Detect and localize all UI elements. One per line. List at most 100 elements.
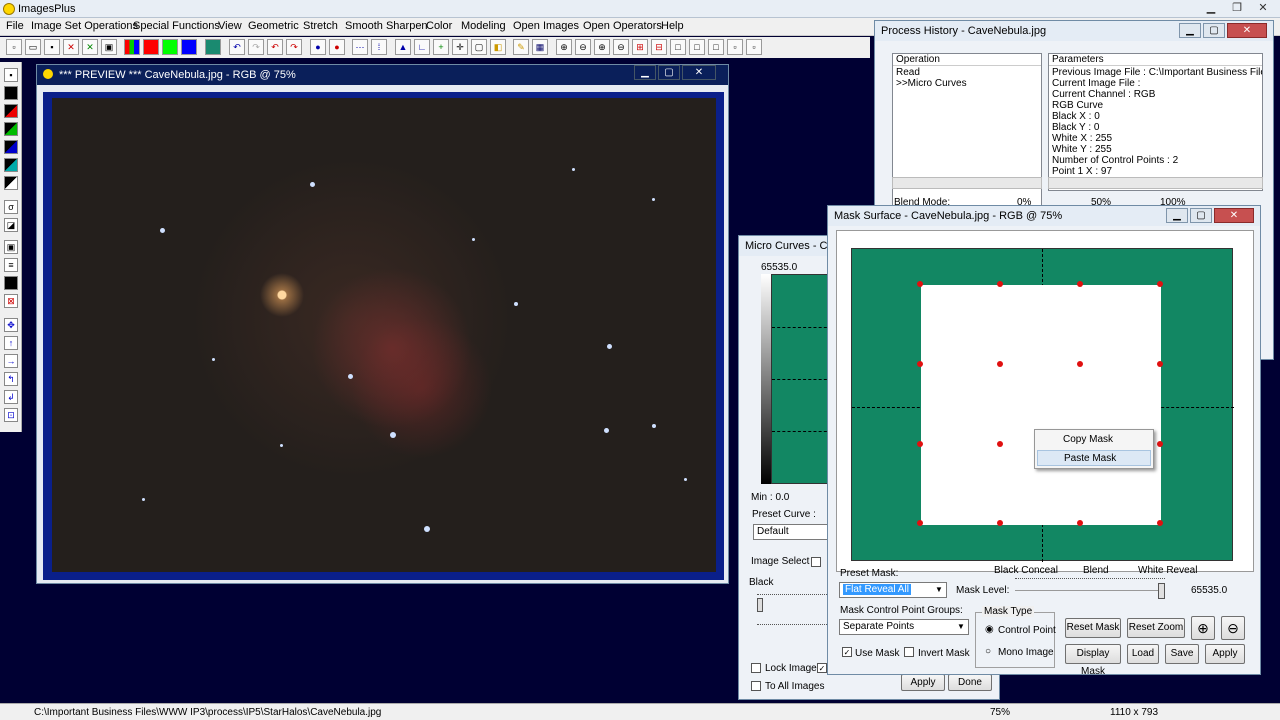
flip-icon[interactable]: ⊡ (4, 408, 18, 422)
mono-image-radio[interactable]: ○ (985, 646, 991, 657)
menu-open-operators[interactable]: Open Operators (583, 20, 662, 32)
menu-help[interactable]: Help (661, 20, 684, 32)
apply-button[interactable]: Apply (1205, 644, 1245, 664)
to-all-images-checkbox[interactable] (751, 681, 761, 691)
operation-item[interactable]: >>Micro Curves (893, 78, 1041, 89)
points-icon[interactable]: ⁞ (371, 39, 387, 55)
micro-curves-apply-button[interactable]: Apply (901, 674, 945, 691)
ms-maximize-icon[interactable]: ▢ (1190, 208, 1212, 223)
black-tool-icon[interactable] (4, 86, 18, 100)
plus-icon[interactable]: + (433, 39, 449, 55)
window-layout-5-icon[interactable]: ▫ (746, 39, 762, 55)
pencil-icon[interactable]: ✎ (513, 39, 529, 55)
up-arrow-icon[interactable]: ↑ (4, 336, 18, 350)
control-point[interactable] (917, 361, 923, 367)
redo-all-icon[interactable]: ↷ (286, 39, 302, 55)
operation-hscrollbar[interactable] (892, 177, 1042, 189)
paste-mask-menu-item[interactable]: Paste Mask (1037, 450, 1151, 466)
undo-all-icon[interactable]: ↶ (267, 39, 283, 55)
image-settings-icon[interactable]: ◧ (490, 39, 506, 55)
ph-minimize-icon[interactable]: ▁ (1179, 23, 1201, 38)
axis-icon[interactable]: ∟ (414, 39, 430, 55)
crop-tool-icon[interactable]: ⊠ (4, 294, 18, 308)
ms-minimize-icon[interactable]: ▁ (1166, 208, 1188, 223)
minimize-icon[interactable]: ▁ (1198, 0, 1224, 17)
menu-stretch[interactable]: Stretch (303, 20, 338, 32)
control-point[interactable] (997, 281, 1003, 287)
right-arrow-icon[interactable]: → (4, 354, 18, 368)
reset-mask-button[interactable]: Reset Mask (1065, 618, 1121, 638)
frame-icon[interactable]: ▢ (471, 39, 487, 55)
green-channel-icon[interactable] (162, 39, 178, 55)
preview-close-icon[interactable]: ✕ (682, 65, 716, 80)
mono-tool-icon[interactable] (4, 176, 18, 190)
mask-level-slider-track[interactable] (1015, 578, 1165, 579)
reset-zoom-button[interactable]: Reset Zoom (1127, 618, 1185, 638)
red-tool-icon[interactable] (4, 104, 18, 118)
rgb-channels-icon[interactable] (124, 39, 140, 55)
blue-tool-icon[interactable] (4, 140, 18, 154)
save-tool-icon[interactable]: ▪ (4, 68, 18, 82)
zoom-in-icon[interactable]: ⊕ (1191, 616, 1215, 640)
close-icon[interactable]: ✕ (1250, 0, 1276, 17)
control-point[interactable] (917, 441, 923, 447)
control-point[interactable] (1077, 281, 1083, 287)
load-button[interactable]: Load (1127, 644, 1159, 664)
control-point[interactable] (1157, 520, 1163, 526)
control-point[interactable] (917, 520, 923, 526)
red-channel-icon[interactable] (143, 39, 159, 55)
close-all-icon[interactable]: ✕ (82, 39, 98, 55)
control-point[interactable] (997, 520, 1003, 526)
use-mask-checkbox[interactable]: ✓ (842, 647, 852, 657)
control-point[interactable] (1077, 520, 1083, 526)
display-mask-button[interactable]: Display Mask (1065, 644, 1121, 677)
menu-color[interactable]: Color (426, 20, 452, 32)
control-point-groups-select[interactable]: Separate Points ▼ (839, 619, 969, 635)
zoom-in-icon[interactable]: ⊕ (556, 39, 572, 55)
control-point[interactable] (917, 281, 923, 287)
rotate-left-icon[interactable]: ↰ (4, 372, 18, 386)
menu-modeling[interactable]: Modeling (461, 20, 506, 32)
open-folder-icon[interactable]: ▭ (25, 39, 41, 55)
zoom-out-icon[interactable]: ⊖ (575, 39, 591, 55)
lasso-tool-icon[interactable]: σ (4, 200, 18, 214)
green-tool-icon[interactable] (4, 122, 18, 136)
curve-graph[interactable] (771, 274, 832, 484)
window-layout-4-icon[interactable]: ▫ (727, 39, 743, 55)
record-red-icon[interactable]: ● (329, 39, 345, 55)
blue-channel-icon[interactable] (181, 39, 197, 55)
histogram-icon[interactable]: ▲ (395, 39, 411, 55)
menu-smooth-sharpen[interactable]: Smooth Sharpen (345, 20, 428, 32)
crosshair-icon[interactable]: ✛ (452, 39, 468, 55)
gradient-tool-icon[interactable]: ◪ (4, 218, 18, 232)
table-icon[interactable]: ▦ (532, 39, 548, 55)
micro-curves-done-button[interactable]: Done (948, 674, 992, 691)
grid-icon[interactable] (205, 39, 221, 55)
menu-image-set-operations[interactable]: Image Set Operations (31, 20, 138, 32)
add-frame-icon[interactable]: ⊞ (632, 39, 648, 55)
window-layout-2-icon[interactable]: □ (689, 39, 705, 55)
save-button[interactable]: Save (1165, 644, 1199, 664)
lock-image-checkbox[interactable] (751, 663, 761, 673)
select-tool-icon[interactable]: ▣ (4, 240, 18, 254)
second-slider-track[interactable] (757, 624, 827, 625)
menu-open-images[interactable]: Open Images (513, 20, 579, 32)
ms-close-icon[interactable]: ✕ (1214, 208, 1254, 223)
control-point[interactable] (1157, 441, 1163, 447)
zoom-fit-icon[interactable]: ⊕ (594, 39, 610, 55)
cyan-tool-icon[interactable] (4, 158, 18, 172)
new-file-icon[interactable]: ▫ (6, 39, 22, 55)
lock-image-second-checkbox[interactable]: ✓ (817, 663, 827, 673)
parameters-list[interactable]: Parameters Previous Image File : C:\Impo… (1048, 53, 1263, 191)
copy-mask-menu-item[interactable]: Copy Mask (1037, 432, 1151, 448)
control-point[interactable] (1157, 281, 1163, 287)
ph-close-icon[interactable]: ✕ (1227, 23, 1267, 38)
parameters-hscrollbar[interactable] (1048, 177, 1263, 189)
undo-icon[interactable]: ↶ (229, 39, 245, 55)
control-point[interactable] (1077, 361, 1083, 367)
control-point[interactable] (997, 361, 1003, 367)
window-layout-1-icon[interactable]: □ (670, 39, 686, 55)
redo-icon[interactable]: ↷ (248, 39, 264, 55)
remove-frame-icon[interactable]: ⊟ (651, 39, 667, 55)
levels-tool-icon[interactable]: ≡ (4, 258, 18, 272)
